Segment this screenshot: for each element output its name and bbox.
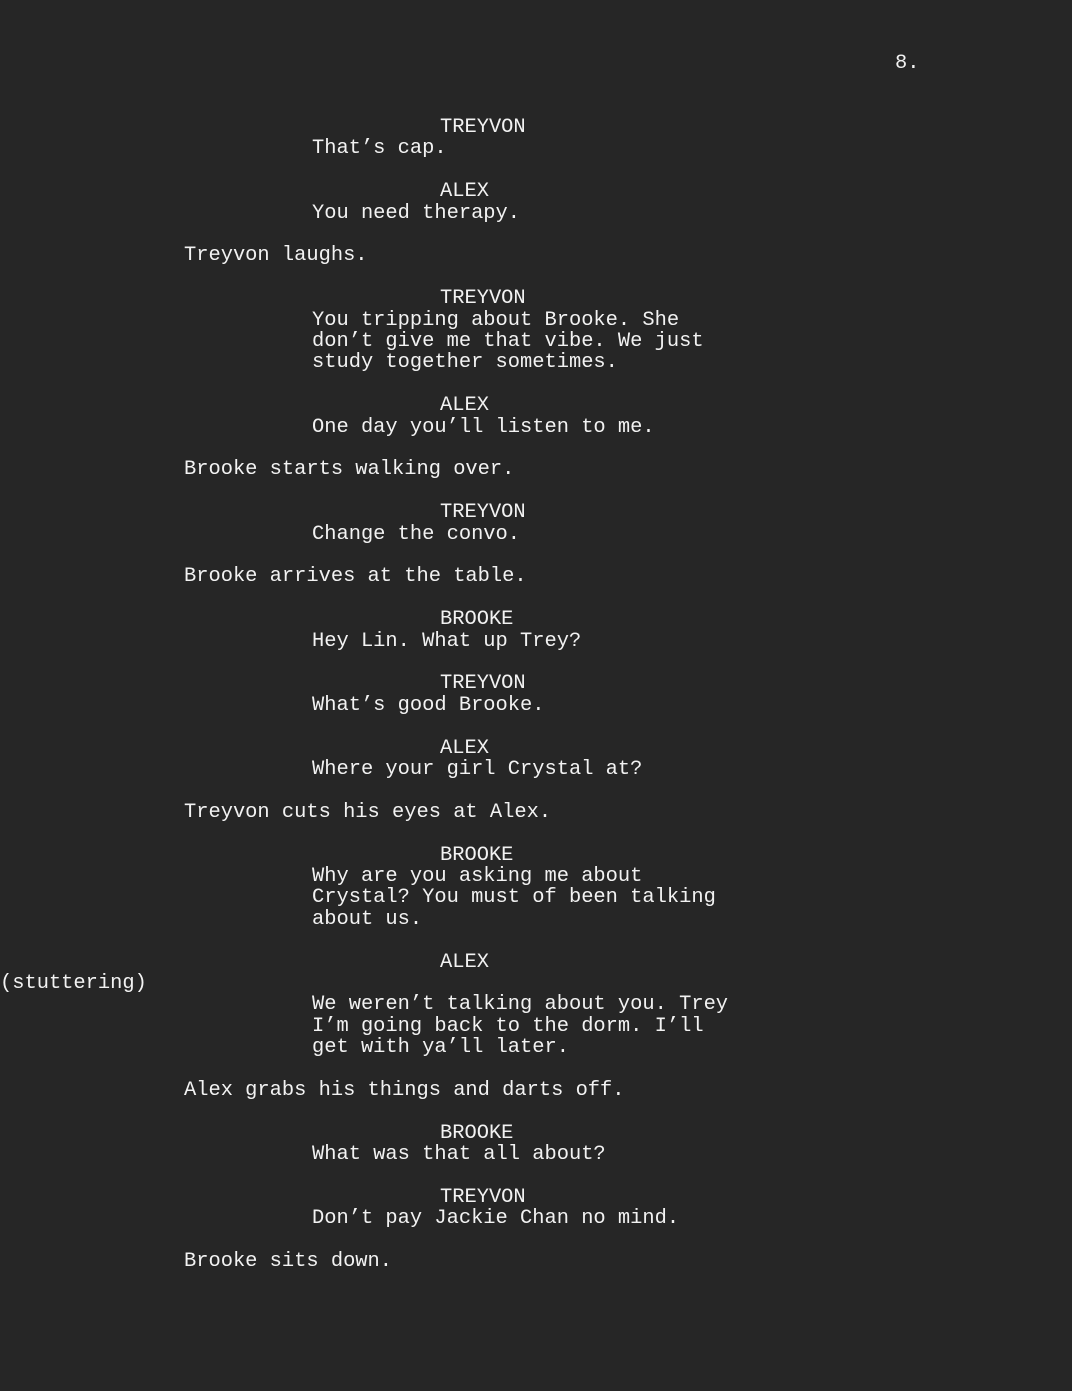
character-block: ALEX bbox=[440, 394, 1072, 418]
action-line: Brooke arrives at the table. bbox=[184, 565, 527, 589]
character-block: ALEX bbox=[440, 180, 1072, 204]
dialogue-block: Hey Lin. What up Trey? bbox=[312, 629, 1072, 653]
action-block: Brooke starts walking over. bbox=[184, 458, 1072, 482]
character-block: BROOKE bbox=[440, 608, 1072, 632]
action-line: Alex grabs his things and darts off. bbox=[184, 1079, 625, 1103]
dialogue-block: Change the convo. bbox=[312, 522, 1072, 546]
character-name: TREYVON bbox=[440, 672, 526, 696]
character-block: TREYVON bbox=[440, 116, 1072, 139]
dialogue-block: You tripping about Brooke. She don’t give… bbox=[312, 308, 1072, 375]
dialogue-block: Where your girl Crystal at? bbox=[312, 758, 1072, 782]
dialogue-block: One day you’ll listen to me. bbox=[312, 415, 1072, 439]
dialogue-line: Hey Lin. What up Trey? bbox=[312, 629, 582, 653]
character-block: BROOKE bbox=[440, 843, 1072, 867]
character-name: ALEX bbox=[440, 736, 489, 760]
character-block: BROOKE bbox=[440, 1121, 1072, 1145]
character-name: ALEX bbox=[440, 950, 489, 974]
dialogue-line: about us. bbox=[312, 907, 423, 931]
dialogue-line: Change the convo. bbox=[312, 522, 521, 546]
character-block: ALEX bbox=[440, 950, 1072, 974]
action-line: Brooke starts walking over. bbox=[184, 458, 515, 482]
character-block: TREYVON bbox=[440, 287, 1072, 311]
dialogue-block: Don’t pay Jackie Chan no mind. bbox=[312, 1207, 1072, 1231]
dialogue-line: What’s good Brooke. bbox=[312, 693, 545, 717]
dialogue-line: Crystal? You must of been talking bbox=[312, 886, 716, 910]
dialogue-line: That’s cap. bbox=[312, 137, 447, 161]
page-number: 8. bbox=[895, 52, 920, 75]
dialogue-line: study together sometimes. bbox=[312, 351, 618, 375]
screenplay-body: TREYVON That’s cap. ALEX You need therapy. T… bbox=[0, 117, 1072, 1273]
character-block: TREYVON bbox=[440, 672, 1072, 696]
dialogue-line: I’m going back to the dorm. I’ll bbox=[312, 1014, 704, 1038]
dialogue-block: Why are you asking me about Crystal? You … bbox=[312, 865, 1072, 931]
character-block: TREYVON bbox=[440, 1186, 1072, 1210]
dialogue-line: Where your girl Crystal at? bbox=[312, 758, 643, 782]
dialogue-line: get with ya’ll later. bbox=[312, 1036, 569, 1060]
action-line: Treyvon cuts his eyes at Alex. bbox=[184, 800, 552, 824]
dialogue-block: You need therapy. bbox=[312, 201, 1072, 225]
dialogue-line: We weren’t talking about you. Trey bbox=[312, 993, 729, 1017]
parenthetical-block: (stuttering) bbox=[0, 972, 1072, 996]
action-block: Treyvon cuts his eyes at Alex. bbox=[184, 800, 1072, 824]
parenthetical-text: (stuttering) bbox=[0, 972, 147, 996]
dialogue-block: We weren’t talking about you. Trey I’m go… bbox=[312, 993, 1072, 1060]
character-name: TREYVON bbox=[440, 501, 526, 525]
dialogue-line: don’t give me that vibe. We just bbox=[312, 330, 704, 354]
dialogue-line: Don’t pay Jackie Chan no mind. bbox=[312, 1207, 680, 1231]
character-name: TREYVON bbox=[440, 116, 526, 139]
dialogue-block: That’s cap. bbox=[312, 137, 1072, 161]
character-name: TREYVON bbox=[440, 287, 526, 311]
dialogue-line: You need therapy. bbox=[312, 201, 521, 225]
action-block: Brooke arrives at the table. bbox=[184, 565, 1072, 589]
character-block: TREYVON bbox=[440, 501, 1072, 525]
character-block: ALEX bbox=[440, 736, 1072, 760]
character-name: ALEX bbox=[440, 394, 489, 418]
character-name: ALEX bbox=[440, 180, 489, 204]
character-name: BROOKE bbox=[440, 843, 514, 867]
action-line: Treyvon laughs. bbox=[184, 244, 368, 268]
action-block: Alex grabs his things and darts off. bbox=[184, 1079, 1072, 1103]
action-block: Brooke sits down. bbox=[184, 1250, 1072, 1274]
character-name: BROOKE bbox=[440, 608, 514, 632]
action-line: Brooke sits down. bbox=[184, 1250, 393, 1274]
action-block: Treyvon laughs. bbox=[184, 244, 1072, 268]
dialogue-line: What was that all about? bbox=[312, 1143, 606, 1167]
dialogue-block: What’s good Brooke. bbox=[312, 693, 1072, 717]
dialogue-block: What was that all about? bbox=[312, 1143, 1072, 1167]
dialogue-line: You tripping about Brooke. She bbox=[312, 308, 680, 332]
character-name: BROOKE bbox=[440, 1121, 514, 1145]
character-name: TREYVON bbox=[440, 1186, 526, 1210]
dialogue-line: One day you’ll listen to me. bbox=[312, 415, 655, 439]
dialogue-line: Why are you asking me about bbox=[312, 865, 643, 889]
